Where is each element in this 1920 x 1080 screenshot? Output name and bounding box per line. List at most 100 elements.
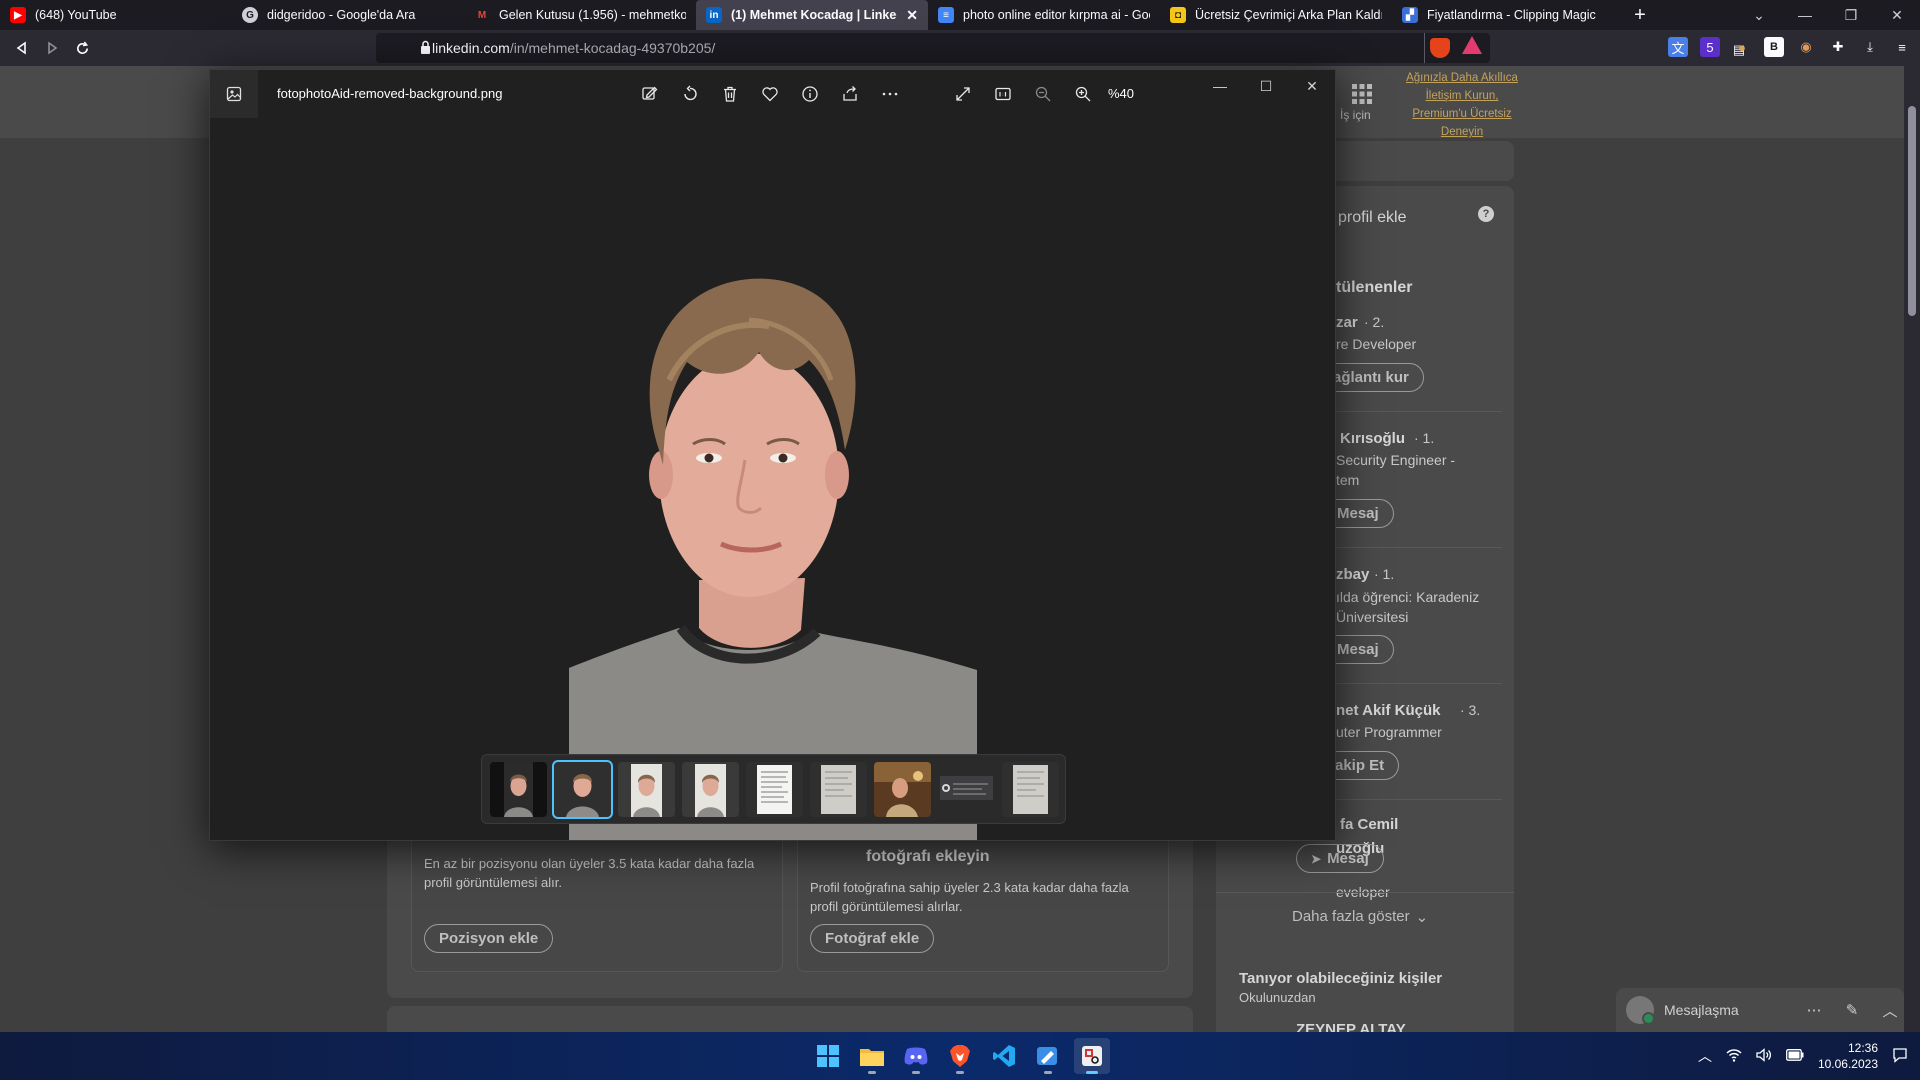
notifications-icon[interactable] xyxy=(1892,1047,1908,1066)
edit-image-icon[interactable] xyxy=(634,80,666,108)
person-name[interactable]: net Akif Küçük xyxy=(1336,702,1440,719)
system-tray: ︿ 12:36 10.06.2023 xyxy=(1698,1032,1920,1080)
thumbnail-document-gray[interactable] xyxy=(1002,761,1059,817)
tab-list-icon[interactable]: ⌄ xyxy=(1736,0,1782,30)
photos-viewer-window: fotophotoAid-removed-background.png %40 … xyxy=(209,69,1336,841)
scrollbar-thumb[interactable] xyxy=(1908,106,1916,316)
thumbnail-portrait-light[interactable] xyxy=(618,761,675,817)
tab-title: (1) Mehmet Kocadag | LinkedIn xyxy=(731,8,898,22)
person-headline-line2: Üniversitesi xyxy=(1336,609,1409,625)
tab-clipping-magic[interactable]: ▞ Fiyatlandırma - Clipping Magic xyxy=(1392,0,1624,30)
tab-gmail[interactable]: M Gelen Kutusu (1.956) - mehmetkocad xyxy=(464,0,696,30)
photos-app-icon[interactable] xyxy=(210,70,258,118)
windows-start-icon[interactable] xyxy=(810,1038,846,1074)
thumbnail-portrait-cutout[interactable] xyxy=(552,759,613,819)
minimize-icon[interactable]: — xyxy=(1197,70,1243,102)
downloads-icon[interactable]: ⤓ xyxy=(1860,37,1880,57)
zoom-out-icon[interactable] xyxy=(1027,80,1059,108)
restore-icon[interactable]: ❐ xyxy=(1828,0,1874,30)
help-icon[interactable]: ? xyxy=(1478,206,1494,222)
minimize-icon[interactable]: — xyxy=(1782,0,1828,30)
system-clock[interactable]: 12:36 10.06.2023 xyxy=(1818,1040,1878,1072)
paint-icon[interactable] xyxy=(1030,1038,1066,1074)
person-degree: · 3. xyxy=(1460,702,1481,718)
thumbnail-photo-warm[interactable] xyxy=(874,761,931,817)
compose-icon[interactable]: ✎ xyxy=(1838,1001,1866,1019)
file-explorer-icon[interactable] xyxy=(854,1038,890,1074)
thumbnail-portrait-light[interactable] xyxy=(682,761,739,817)
brave-icon[interactable] xyxy=(942,1038,978,1074)
brave-rewards-icon[interactable] xyxy=(1462,36,1482,54)
google-icon: G xyxy=(242,7,258,23)
cookie-editor-icon[interactable]: ◉ xyxy=(1796,37,1816,57)
viewer-window-controls: — ☐ ✕ xyxy=(1197,70,1335,102)
thumbnail-document-gray[interactable] xyxy=(810,761,867,817)
person-headline-line2: tem xyxy=(1336,472,1360,488)
thumbnail-portrait-dark[interactable] xyxy=(490,761,547,817)
for-business-label[interactable]: İş için xyxy=(1340,108,1371,122)
reload-button[interactable] xyxy=(67,33,97,63)
tab-youtube[interactable]: ▶ (648) YouTube xyxy=(0,0,232,30)
extension-badge-icon[interactable]: 5 xyxy=(1700,37,1720,57)
info-icon[interactable] xyxy=(794,80,826,108)
google-translate-icon[interactable]: 文 xyxy=(1668,37,1688,57)
wifi-icon[interactable] xyxy=(1726,1048,1742,1065)
discord-icon[interactable] xyxy=(898,1038,934,1074)
add-photo-button[interactable]: Fotoğraf ekle xyxy=(810,924,935,953)
apps-grid-icon[interactable] xyxy=(1352,84,1372,104)
person-name[interactable]: Kırısoğlu xyxy=(1340,430,1405,447)
back-button[interactable] xyxy=(7,33,37,63)
person-name[interactable]: zar xyxy=(1336,314,1358,331)
brave-shields-icon[interactable] xyxy=(1430,38,1450,58)
premium-trial-link[interactable]: Ağınızla Daha Akıllıca İletişim Kurun, P… xyxy=(1400,69,1524,141)
battery-icon[interactable] xyxy=(1785,1048,1804,1064)
add-position-button[interactable]: Pozisyon ekle xyxy=(424,924,554,953)
favorite-icon[interactable] xyxy=(754,80,786,108)
zoom-in-icon[interactable] xyxy=(1067,80,1099,108)
show-more-button[interactable]: Daha fazla göster ⌄ xyxy=(1292,908,1428,926)
show-more-label: Daha fazla göster xyxy=(1292,908,1410,925)
rotate-icon[interactable] xyxy=(674,80,706,108)
close-icon[interactable]: ✕ xyxy=(1289,70,1335,102)
more-icon[interactable] xyxy=(874,80,906,108)
share-icon[interactable] xyxy=(834,80,866,108)
add-profile-text[interactable]: profil ekle xyxy=(1338,209,1406,227)
messaging-widget[interactable]: Mesajlaşma ⋯ ✎ ︿ xyxy=(1616,988,1904,1032)
vscode-icon[interactable] xyxy=(986,1038,1022,1074)
volume-icon[interactable] xyxy=(1756,1047,1772,1065)
cookie-icon[interactable]: ● xyxy=(1732,37,1752,57)
delete-icon[interactable] xyxy=(714,80,746,108)
menu-icon[interactable]: ≡ xyxy=(1892,37,1912,57)
thumbnail-document[interactable] xyxy=(746,761,803,817)
tab-google-docs[interactable]: ≡ photo online editor kırpma ai - Goog xyxy=(928,0,1160,30)
person-name[interactable]: zbay xyxy=(1336,566,1369,583)
zoom-level[interactable]: %40 xyxy=(1108,86,1134,101)
fullscreen-icon[interactable] xyxy=(947,80,979,108)
page-scrollbar[interactable] xyxy=(1904,66,1920,1032)
address-bar[interactable]: linkedin.com/in/mehmet-kocadag-49370b205… xyxy=(376,33,1774,63)
person-headline: Security Engineer - xyxy=(1336,452,1456,468)
close-window-icon[interactable]: ✕ xyxy=(1874,0,1920,30)
chevron-up-icon[interactable]: ︿ xyxy=(1698,1046,1712,1066)
message-button[interactable]: ➤ Mesaj xyxy=(1296,844,1384,873)
person-name[interactable]: fa Cemil xyxy=(1340,816,1398,833)
actual-size-icon[interactable] xyxy=(987,80,1019,108)
tab-remove-bg[interactable]: ◘ Ücretsiz Çevrimiçi Arka Plan Kaldırıcı xyxy=(1160,0,1392,30)
thumbnail-screenshot-dark[interactable] xyxy=(938,761,995,817)
tab-google[interactable]: G didgeridoo - Google'da Ara xyxy=(232,0,464,30)
chevron-up-icon[interactable]: ︿ xyxy=(1876,1000,1904,1021)
bitwarden-icon[interactable]: B xyxy=(1764,37,1784,57)
youtube-icon: ▶ xyxy=(10,7,26,23)
pymk-person-name[interactable]: ZEYNEP ALTAY xyxy=(1296,1021,1406,1032)
snipping-tool-icon[interactable] xyxy=(1074,1038,1110,1074)
photo-suggestion-text: Profil fotoğrafına sahip üyeler 2.3 kata… xyxy=(810,880,1129,914)
close-tab-icon[interactable]: ✕ xyxy=(906,7,918,24)
extensions-puzzle-icon[interactable]: ✚ xyxy=(1828,37,1848,57)
messaging-label: Mesajlaşma xyxy=(1664,1002,1739,1018)
forward-button[interactable] xyxy=(37,33,67,63)
maximize-icon[interactable]: ☐ xyxy=(1243,70,1289,102)
tab-linkedin[interactable]: in (1) Mehmet Kocadag | LinkedIn ✕ xyxy=(696,0,928,30)
forward-arrow-icon xyxy=(48,41,58,55)
new-tab-button[interactable]: + xyxy=(1624,0,1656,30)
more-options-icon[interactable]: ⋯ xyxy=(1800,1001,1828,1019)
